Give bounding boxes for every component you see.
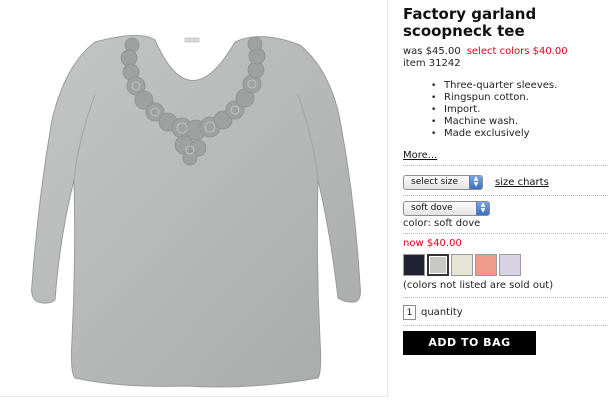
divider [403,297,608,298]
color-label: color: soft dove [403,218,481,229]
price-line: was $45.00 select colors $40.00 [403,46,568,58]
item-number: item 31242 [403,58,461,69]
swatch-coral[interactable] [475,254,497,276]
sale-price: select colors $40.00 [466,46,568,57]
color-select-value: soft dove [411,203,453,213]
sold-out-note: (colors not listed are sold out) [403,280,554,291]
size-select[interactable]: select size ▲ ▼ [403,175,483,190]
divider [403,195,608,196]
tee-illustration [31,35,361,388]
bullet-icon: • [431,93,437,103]
bullet-icon: • [431,117,437,127]
quantity-input[interactable] [403,305,416,320]
product-image[interactable] [0,0,388,397]
size-select-value: select size [411,177,459,187]
bullet-icon: • [431,129,437,139]
color-swatches [403,254,523,276]
was-price: was $45.00 [403,46,461,57]
feature-item: • Ringspun cotton. [431,92,529,103]
swatch-lavender[interactable] [499,254,521,276]
bullet-icon: • [431,81,437,91]
select-arrows-icon: ▲ ▼ [476,202,489,215]
swatch-ivory[interactable] [451,254,473,276]
select-arrows-icon: ▲ ▼ [469,176,482,189]
swatch-soft-dove[interactable] [427,254,449,276]
product-title: Factory garland scoopneck tee [403,5,537,40]
feature-list: • Three-quarter sleeves. • Ringspun cotton… [431,80,557,140]
swatch-navy[interactable] [403,254,425,276]
feature-item: • Made exclusively [431,128,530,139]
now-price: now $40.00 [403,238,462,249]
divider [403,165,608,166]
add-to-bag-button[interactable]: ADD TO BAG [403,331,536,355]
more-link[interactable]: More... [403,150,437,162]
divider [403,325,608,326]
quantity-label: quantity [421,307,463,318]
feature-item: • Machine wash. [431,116,519,127]
size-charts-link[interactable]: size charts [495,177,549,189]
bullet-icon: • [431,105,437,115]
feature-item: • Three-quarter sleeves. [431,80,558,91]
divider [403,233,608,234]
feature-item: • Import. [431,104,481,115]
color-select[interactable]: soft dove ▲ ▼ [403,201,490,216]
